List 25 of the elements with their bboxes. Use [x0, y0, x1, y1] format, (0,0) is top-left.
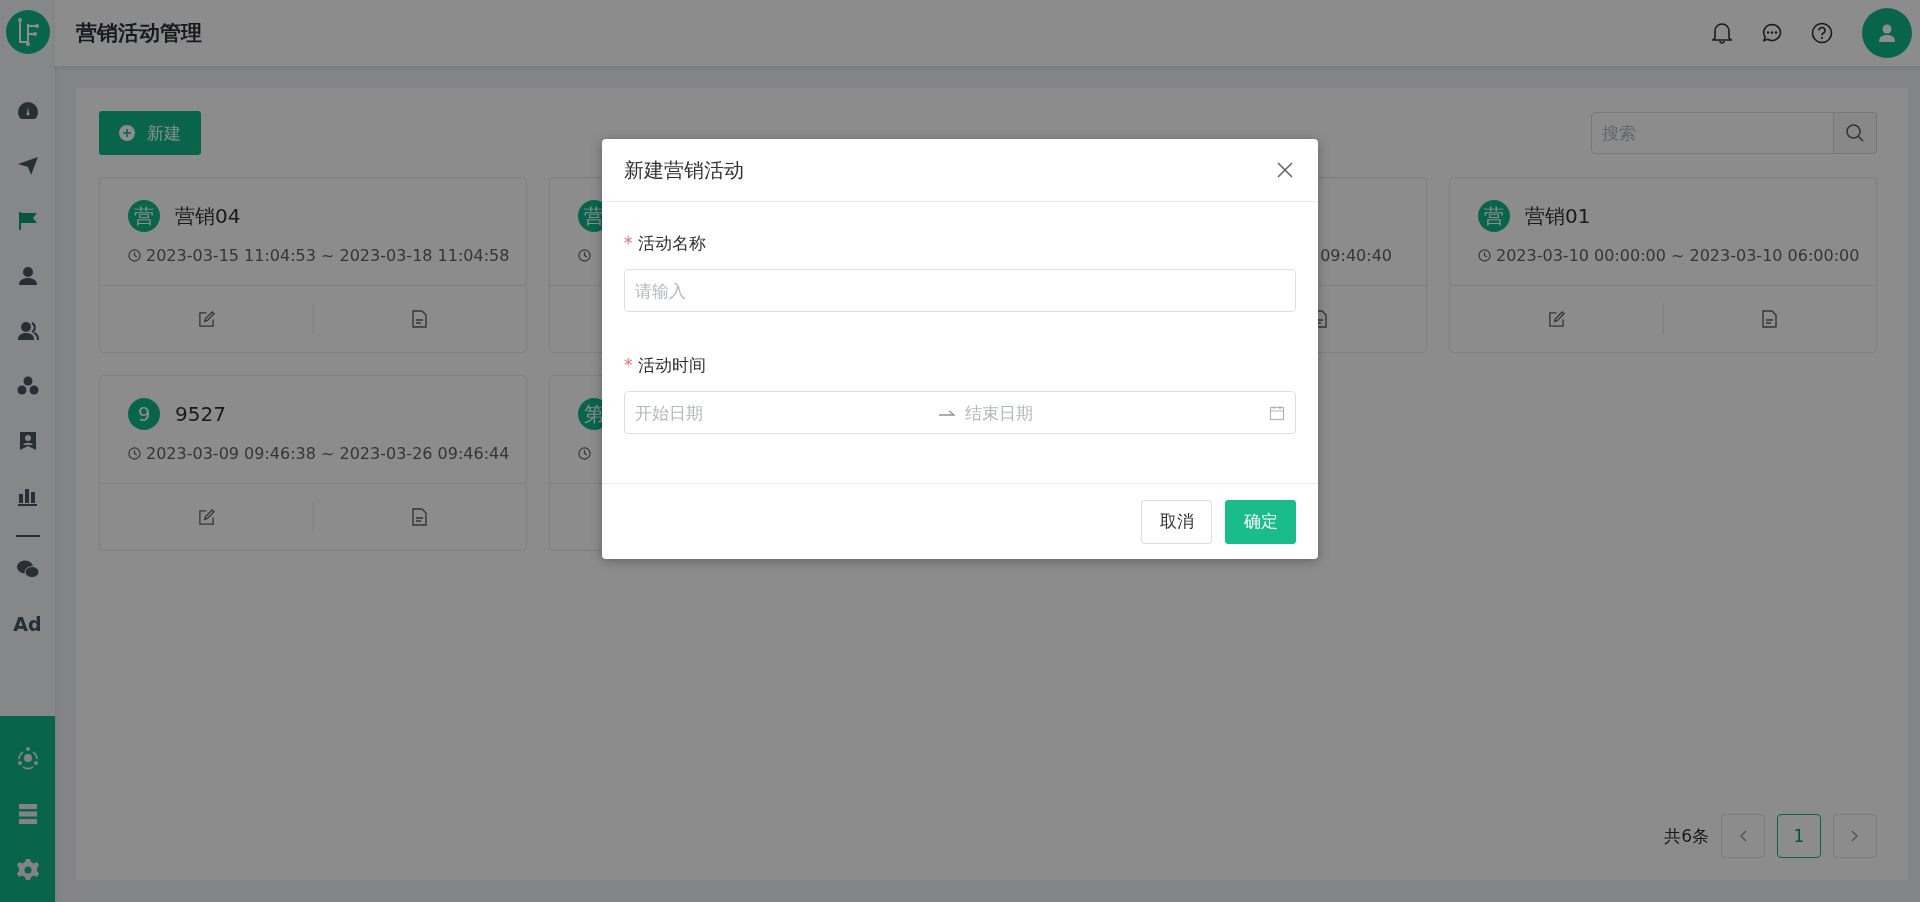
- activity-time: 2023-03-10 00:00:00 ~ 2023-03-10 06:00:00: [1496, 245, 1860, 265]
- activity-name: 9527: [175, 402, 226, 426]
- dialog-title: 新建营销活动: [624, 156, 744, 184]
- activity-avatar: 营: [128, 200, 160, 232]
- activity-avatar: 9: [128, 398, 160, 430]
- activity-name: 营销04: [175, 202, 241, 230]
- page-button[interactable]: 1: [1777, 814, 1821, 858]
- name-input[interactable]: 请输入: [624, 269, 1296, 312]
- page-title: 营销活动管理: [76, 20, 202, 47]
- cancel-button[interactable]: 取消: [1141, 499, 1212, 544]
- activity-card[interactable]: 营 营销01 2023-03-10 00:00:00 ~ 2023-03-10 06:00:00: [1449, 177, 1877, 353]
- total-count: 共6条: [1664, 824, 1709, 848]
- activity-card[interactable]: 9 9527 2023-03-09 09:46:38 ~ 2023-03-26 09:46:44: [99, 375, 527, 551]
- date-range-field[interactable]: 开始日期 结束日期: [624, 391, 1296, 434]
- required-mark: *: [624, 355, 633, 375]
- activity-time: 09:40:40: [1320, 245, 1392, 265]
- activity-time: 2023-03-15 11:04:53 ~ 2023-03-18 11:04:58: [146, 245, 510, 265]
- activity-avatar: 营: [1478, 200, 1510, 232]
- field-label: 活动时间: [637, 353, 706, 377]
- activity-name: 营销01: [1525, 202, 1591, 230]
- field-label: 活动名称: [637, 231, 706, 255]
- required-mark: *: [624, 233, 633, 253]
- activity-card[interactable]: 营 营销04 2023-03-15 11:04:53 ~ 2023-03-18 11:04:58: [99, 177, 527, 353]
- activity-time: 2023-03-09 09:46:38 ~ 2023-03-26 09:46:44: [146, 443, 510, 463]
- sidebar-item[interactable]: Ad: [7, 596, 48, 652]
